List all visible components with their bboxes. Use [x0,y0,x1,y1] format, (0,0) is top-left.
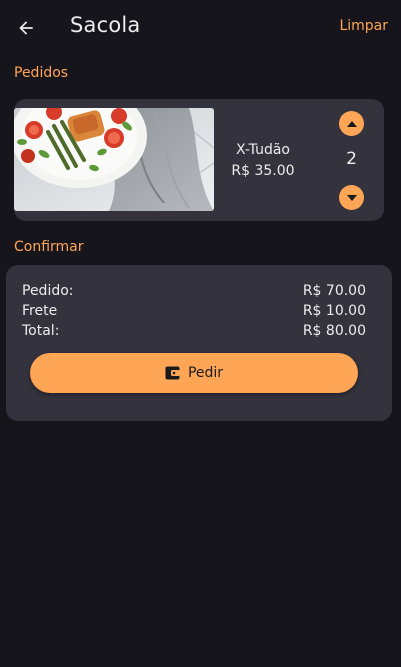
wallet-icon [165,366,180,380]
order-item-card: X-Tudão R$ 35.00 2 [14,99,384,221]
confirm-section-label: Confirmar [14,239,84,255]
summary-row-total: Total: R$ 80.00 [22,323,366,343]
order-summary-card: Pedido: R$ 70.00 Frete R$ 10.00 Total: R… [6,265,392,421]
page-title: Sacola [70,13,141,37]
summary-label: Frete [22,303,58,319]
item-price: R$ 35.00 [231,163,295,179]
caret-down-icon [346,194,357,201]
place-order-button[interactable]: Pedir [30,353,358,393]
quantity-value: 2 [346,149,357,169]
orders-section-label: Pedidos [14,65,69,81]
caret-up-icon [346,120,357,127]
summary-value: R$ 10.00 [302,303,366,319]
clear-button[interactable]: Limpar [339,18,388,34]
decrease-quantity-button[interactable] [339,185,364,210]
app-bar: Sacola Limpar [0,0,401,56]
summary-row-shipping: Frete R$ 10.00 [22,303,366,323]
summary-label: Pedido: [22,283,74,299]
food-image [14,108,214,211]
back-button[interactable] [12,14,40,42]
summary-row-subtotal: Pedido: R$ 70.00 [22,283,366,303]
item-info: X-Tudão R$ 35.00 [220,141,306,180]
arrow-left-icon [19,21,33,35]
food-photo [14,108,214,211]
summary-value: R$ 80.00 [302,323,366,339]
place-order-label: Pedir [187,365,224,381]
summary-label: Total: [22,323,60,339]
summary-value: R$ 70.00 [302,283,366,299]
increase-quantity-button[interactable] [339,111,364,136]
item-name: X-Tudão [236,142,290,158]
